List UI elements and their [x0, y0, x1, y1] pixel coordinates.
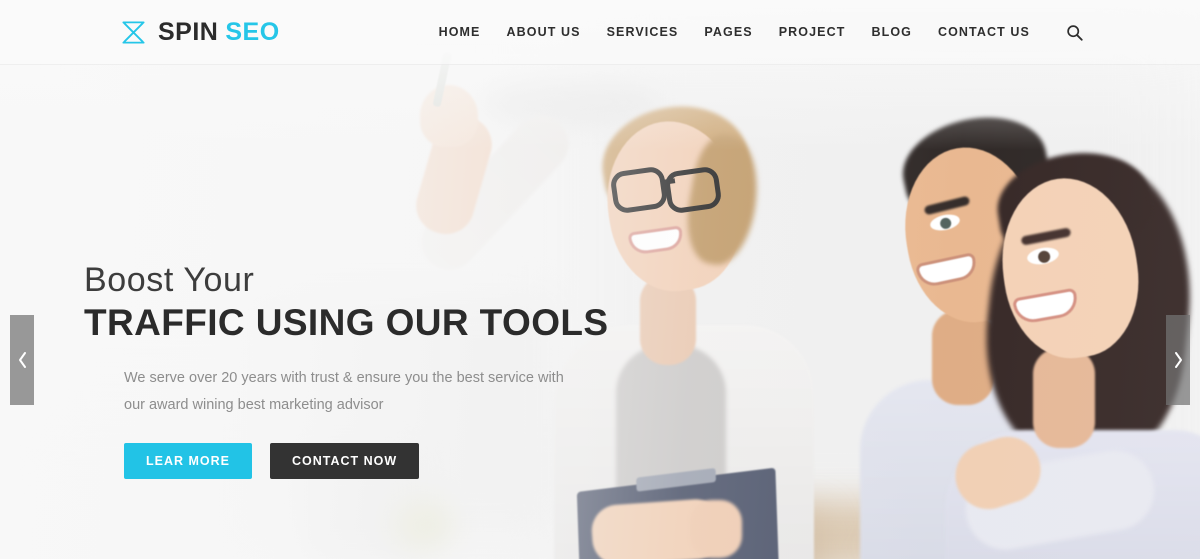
hero-content: Boost Your TRAFFIC USING OUR TOOLS We se… [84, 261, 644, 480]
nav-item-services[interactable]: SERVICES [607, 26, 679, 39]
nav-item-project[interactable]: PROJECT [779, 26, 846, 39]
site-logo[interactable]: SPIN SEO [120, 19, 280, 46]
logo-text-accent: SEO [225, 17, 280, 46]
nav-item-blog[interactable]: BLOG [871, 26, 912, 39]
hero-description: We serve over 20 years with trust & ensu… [124, 370, 564, 414]
logo-text-primary: SPIN [158, 17, 219, 46]
slider-prev-button[interactable] [10, 315, 34, 405]
hourglass-x-logo-icon [122, 20, 145, 44]
nav-item-about-us[interactable]: ABOUT US [507, 26, 581, 39]
contact-now-button[interactable]: CONTACT NOW [270, 443, 420, 480]
hero-button-group: LEAR MORE CONTACT NOW [124, 443, 644, 480]
nav-item-home[interactable]: HOME [439, 26, 481, 39]
nav-item-pages[interactable]: PAGES [704, 26, 752, 39]
nav-item-contact-us[interactable]: CONTACT US [938, 26, 1030, 39]
hero-title: TRAFFIC USING OUR TOOLS [84, 302, 609, 344]
slider-next-button[interactable] [1166, 315, 1190, 405]
site-header: SPIN SEO HOME ABOUT US SERVICES PAGES PRO… [0, 0, 1200, 65]
main-navigation: HOME ABOUT US SERVICES PAGES PROJECT BLO… [439, 20, 1200, 44]
search-button[interactable] [1062, 20, 1086, 44]
search-icon [1066, 24, 1083, 41]
chevron-left-icon [18, 352, 26, 368]
hero-superhead: Boost Your [84, 261, 255, 299]
learn-more-button[interactable]: LEAR MORE [124, 443, 252, 480]
hero-slider-page: SPIN SEO HOME ABOUT US SERVICES PAGES PRO… [0, 0, 1200, 559]
chevron-right-icon [1174, 352, 1182, 368]
